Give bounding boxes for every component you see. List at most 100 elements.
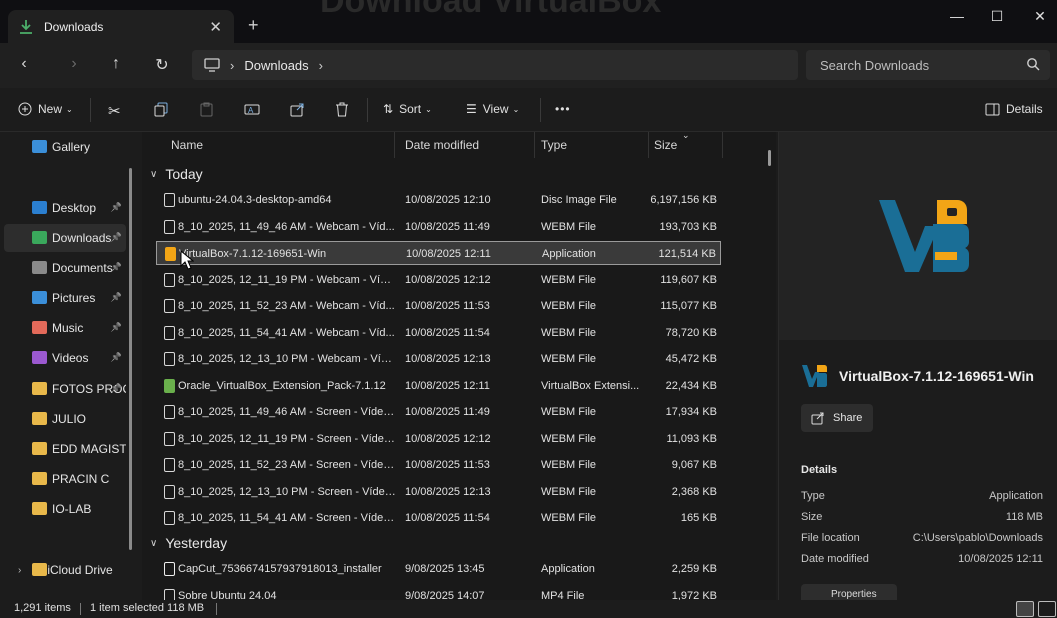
- file-row[interactable]: 8_10_2025, 12_11_19 PM - Screen - Vídeo …: [156, 427, 721, 451]
- file-row[interactable]: VirtualBox-7.1.12-169651-Win 10/08/2025 1…: [156, 241, 721, 265]
- column-header-name[interactable]: Name: [171, 138, 203, 152]
- maximize-button[interactable]: ☐: [987, 8, 1007, 25]
- back-arrow-icon[interactable]: ‹: [14, 55, 34, 73]
- file-name: Oracle_VirtualBox_Extension_Pack-7.1.12: [178, 379, 386, 392]
- group-header-today[interactable]: ∨ Today: [150, 166, 203, 182]
- divider: [80, 603, 81, 615]
- file-row[interactable]: 8_10_2025, 12_13_10 PM - Screen - Vídeo …: [156, 480, 721, 504]
- file-row[interactable]: 8_10_2025, 12_11_19 PM - Webcam - Víde..…: [156, 268, 721, 292]
- file-date-modified: 9/08/2025 14:07: [405, 589, 485, 601]
- sidebar-item-julio[interactable]: JULIO: [4, 405, 126, 433]
- file-row[interactable]: 8_10_2025, 11_52_23 AM - Webcam - Víd...…: [156, 294, 721, 318]
- search-input[interactable]: Search Downloads: [806, 50, 1050, 80]
- command-bar: New ⌄ ✂ A ⇅ Sort ⌄ ☰ View ⌄ ••• Details: [0, 88, 1057, 132]
- divider: [367, 98, 368, 122]
- sidebar-item-desktop[interactable]: Desktop 📌: [4, 194, 126, 222]
- file-date-modified: 10/08/2025 12:12: [405, 432, 491, 445]
- sidebar-item-pictures[interactable]: Pictures 📌: [4, 284, 126, 312]
- file-name: 8_10_2025, 11_52_23 AM - Screen - Vídeo …: [178, 459, 396, 471]
- pin-icon: 📌: [110, 232, 122, 242]
- sidebar-item-pracin-c[interactable]: PRACIN C: [4, 465, 126, 493]
- sidebar-item-documents[interactable]: Documents 📌: [4, 254, 126, 282]
- minimize-button[interactable]: —: [947, 8, 967, 24]
- file-row[interactable]: 8_10_2025, 11_49_46 AM - Screen - Vídeo …: [156, 400, 721, 424]
- refresh-icon[interactable]: ↻: [152, 55, 172, 75]
- file-name: 8_10_2025, 11_54_41 AM - Screen - Vídeo …: [178, 512, 396, 524]
- column-divider[interactable]: [722, 132, 723, 158]
- sidebar-item-fotos-proc[interactable]: FOTOS PROC 📌: [4, 375, 126, 403]
- file-list: Name Date modified Type Size ⌄ ∨ Today u…: [142, 132, 776, 600]
- tiles-view-button[interactable]: [1038, 601, 1056, 617]
- sidebar-scrollbar[interactable]: [129, 168, 132, 550]
- sidebar-item-downloads[interactable]: Downloads 📌: [4, 224, 126, 252]
- status-bar: 1,291 items 1 item selected 118 MB: [0, 600, 1057, 618]
- file-row[interactable]: Oracle_VirtualBox_Extension_Pack-7.1.12 1…: [156, 374, 721, 398]
- sidebar-item-icloud-drive[interactable]: › iCloud Drive: [4, 556, 126, 584]
- file-date-modified: 10/08/2025 11:54: [405, 326, 490, 339]
- details-view-button[interactable]: [1016, 601, 1034, 617]
- tab-close-icon[interactable]: ✕: [209, 18, 222, 36]
- group-header-yesterday[interactable]: ∨ Yesterday: [150, 535, 227, 551]
- expand-chevron-icon[interactable]: ›: [18, 565, 21, 576]
- delete-icon[interactable]: [335, 102, 349, 117]
- sidebar-item-label: Videos: [52, 351, 89, 365]
- sidebar-item-label: JULIO: [52, 412, 87, 426]
- folder-icon: [32, 442, 47, 455]
- details-label: Details: [1006, 102, 1043, 116]
- details-pane: VirtualBox-7.1.12-169651-Win Share Detai…: [778, 132, 1057, 604]
- file-row[interactable]: 8_10_2025, 11_54_41 AM - Webcam - Víd...…: [156, 321, 721, 345]
- file-name: 8_10_2025, 12_11_19 PM - Screen - Vídeo …: [178, 432, 396, 445]
- cut-icon[interactable]: ✂: [108, 102, 121, 120]
- sort-button[interactable]: ⇅ Sort ⌄: [383, 102, 432, 116]
- sidebar-item-io-lab[interactable]: IO-LAB: [4, 495, 126, 523]
- search-icon[interactable]: [1026, 57, 1040, 71]
- file-list-scrollbar[interactable]: [768, 150, 771, 166]
- library-folder-icon: [32, 291, 47, 304]
- file-row[interactable]: 8_10_2025, 11_49_46 AM - Webcam - Víd...…: [156, 215, 721, 239]
- file-row[interactable]: Sobre Ubuntu 24.04 9/08/2025 14:07 MP4 Fil…: [156, 584, 721, 601]
- column-divider[interactable]: [534, 132, 535, 158]
- chevron-down-icon: ∨: [150, 168, 158, 180]
- forward-arrow-icon[interactable]: ›: [64, 55, 84, 73]
- paste-icon[interactable]: [199, 102, 214, 117]
- sort-label: Sort: [399, 102, 422, 116]
- file-row[interactable]: 8_10_2025, 11_52_23 AM - Screen - Vídeo …: [156, 453, 721, 477]
- sidebar-item-gallery[interactable]: Gallery: [4, 133, 126, 161]
- file-date-modified: 10/08/2025 12:11: [405, 379, 490, 392]
- share-icon[interactable]: [290, 102, 305, 117]
- new-button[interactable]: New ⌄: [18, 102, 73, 116]
- share-button[interactable]: Share: [801, 404, 873, 432]
- new-tab-button[interactable]: +: [248, 15, 259, 36]
- file-row[interactable]: 8_10_2025, 12_13_10 PM - Webcam - Víde..…: [156, 347, 721, 371]
- up-arrow-icon[interactable]: ↑: [106, 55, 126, 73]
- more-options-icon[interactable]: •••: [555, 102, 571, 116]
- address-bar[interactable]: › Downloads ›: [192, 50, 798, 80]
- sidebar-item-edd-magistr[interactable]: EDD MAGISTR: [4, 435, 126, 463]
- column-divider[interactable]: [394, 132, 395, 158]
- file-name: 8_10_2025, 12_13_10 PM - Webcam - Víde..…: [178, 353, 396, 365]
- share-label: Share: [833, 412, 863, 424]
- sidebar-item-videos[interactable]: Videos 📌: [4, 344, 126, 372]
- copy-icon[interactable]: [154, 102, 169, 117]
- rename-icon[interactable]: A: [244, 102, 260, 117]
- view-button[interactable]: ☰ View ⌄: [466, 102, 519, 116]
- file-row[interactable]: CapCut_7536674157937918013_installer 9/08…: [156, 557, 721, 581]
- video-file-icon: [164, 219, 175, 234]
- column-header-date[interactable]: Date modified: [405, 138, 479, 152]
- sidebar-item-music[interactable]: Music 📌: [4, 314, 126, 342]
- extension-pack-icon: [164, 378, 175, 393]
- column-header-size[interactable]: Size: [654, 138, 677, 152]
- column-header-type[interactable]: Type: [541, 138, 567, 152]
- file-size: 11,093 KB: [666, 432, 717, 445]
- download-icon: [20, 19, 32, 34]
- file-row[interactable]: 8_10_2025, 11_54_41 AM - Screen - Vídeo …: [156, 506, 721, 530]
- close-window-button[interactable]: ✕: [1030, 8, 1050, 25]
- tab-downloads[interactable]: Downloads ✕: [8, 10, 234, 43]
- sort-indicator-icon: ⌄: [682, 132, 690, 140]
- details-toggle-button[interactable]: Details: [985, 102, 1043, 116]
- detail-key: File location: [801, 532, 860, 544]
- breadcrumb-chevron-icon[interactable]: ›: [319, 58, 323, 73]
- breadcrumb-downloads[interactable]: Downloads: [244, 58, 308, 73]
- file-row[interactable]: ubuntu-24.04.3-desktop-amd64 10/08/2025 1…: [156, 188, 721, 212]
- column-divider[interactable]: [648, 132, 649, 158]
